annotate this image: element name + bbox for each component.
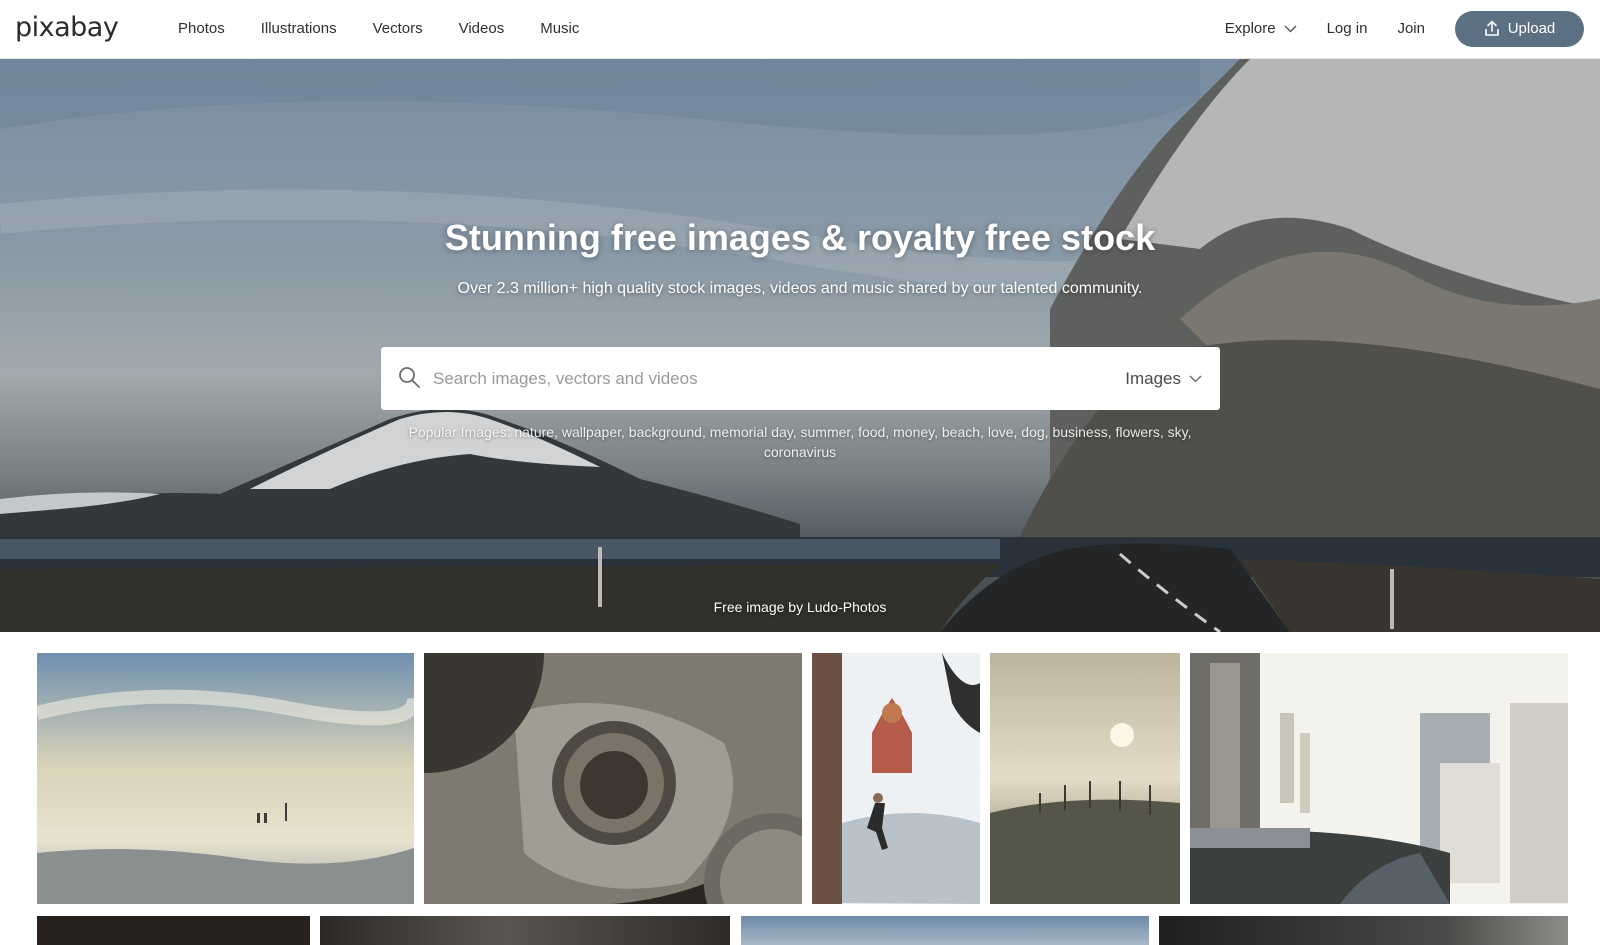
explore-label: Explore (1224, 20, 1276, 37)
popular-tag[interactable]: sky (1168, 424, 1188, 440)
image-gallery (0, 653, 1600, 905)
popular-searches: Popular Images: nature, wallpaper, backg… (408, 424, 1192, 460)
popular-tag[interactable]: flowers (1115, 424, 1159, 440)
hero-subtitle: Over 2.3 million+ high quality stock ima… (457, 280, 1143, 297)
chevron-down-icon (1284, 25, 1297, 32)
gallery-image[interactable] (812, 653, 980, 904)
popular-tag[interactable]: beach (942, 424, 980, 440)
gallery-image[interactable] (1190, 653, 1568, 904)
gallery-image-art (37, 653, 414, 904)
popular-tag[interactable]: wallpaper (562, 424, 621, 440)
hero-banner: Stunning free images & royalty free stoc… (0, 59, 1600, 632)
gallery-image[interactable] (741, 916, 1149, 945)
popular-tag[interactable]: nature (514, 424, 554, 440)
search-type-select[interactable]: Images (1125, 347, 1202, 410)
nav-photos[interactable]: Photos (160, 20, 243, 37)
gallery-image[interactable] (424, 653, 802, 904)
gallery-image[interactable] (990, 653, 1180, 904)
popular-tag[interactable]: coronavirus (764, 444, 836, 460)
search-bar: Images (381, 347, 1220, 410)
hero-background-image (0, 59, 1600, 632)
image-credit[interactable]: Free image by Ludo-Photos (0, 599, 1600, 615)
main-nav: Photos Illustrations Vectors Videos Musi… (160, 0, 597, 57)
popular-tag[interactable]: summer (801, 424, 851, 440)
chevron-down-icon (1189, 375, 1202, 382)
nav-videos[interactable]: Videos (441, 20, 523, 37)
popular-tag[interactable]: business (1052, 424, 1107, 440)
popular-tag[interactable]: money (893, 424, 934, 440)
nav-vectors[interactable]: Vectors (355, 20, 441, 37)
search-input[interactable] (433, 347, 1073, 410)
search-type-label: Images (1125, 368, 1181, 388)
hero-title: Stunning free images & royalty free stoc… (444, 217, 1156, 258)
explore-menu[interactable]: Explore (1225, 20, 1297, 37)
popular-prefix: Popular Images: (408, 424, 511, 440)
nav-music[interactable]: Music (522, 20, 597, 37)
pixabay-logo[interactable]: pixabay (15, 12, 119, 43)
gallery-image-art (812, 653, 980, 904)
gallery-image[interactable] (37, 653, 414, 904)
upload-label: Upload (1507, 20, 1556, 37)
popular-tag[interactable]: memorial day (710, 424, 793, 440)
gallery-image[interactable] (1159, 916, 1568, 945)
login-link[interactable]: Log in (1327, 20, 1368, 37)
popular-tag[interactable]: love (988, 424, 1014, 440)
right-nav: Explore Log in Join Upload (1225, 0, 1584, 57)
gallery-image[interactable] (320, 916, 730, 945)
upload-icon (1484, 20, 1499, 36)
image-gallery-row-2 (0, 916, 1600, 945)
popular-tag[interactable]: dog (1021, 424, 1044, 440)
gallery-image[interactable] (37, 916, 310, 945)
nav-illustrations[interactable]: Illustrations (243, 20, 355, 37)
gallery-image-art (990, 653, 1180, 904)
popular-tag[interactable]: background (629, 424, 702, 440)
top-header: pixabay Photos Illustrations Vectors Vid… (0, 0, 1600, 59)
join-link[interactable]: Join (1397, 20, 1425, 37)
gallery-image-art (1190, 653, 1568, 904)
upload-button[interactable]: Upload (1455, 10, 1584, 47)
search-icon[interactable] (397, 365, 421, 389)
gallery-image-art (424, 653, 802, 904)
popular-tag[interactable]: food (858, 424, 885, 440)
